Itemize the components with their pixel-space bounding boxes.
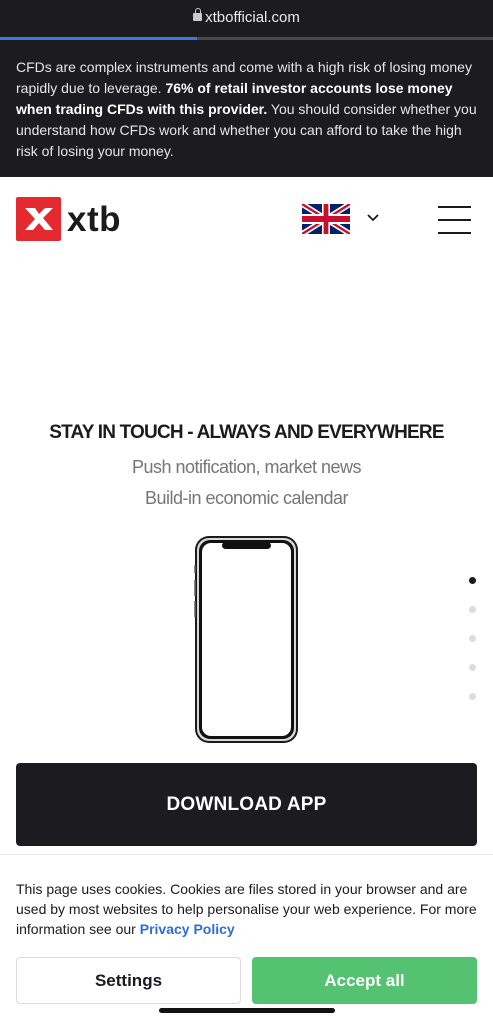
carousel-dot[interactable] — [469, 664, 476, 671]
url-text: xtbofficial.com — [205, 9, 300, 26]
cookie-settings-button[interactable]: Settings — [16, 957, 241, 1004]
carousel-dot[interactable] — [469, 606, 476, 613]
risk-warning: CFDs are complex instruments and come wi… — [0, 40, 493, 177]
privacy-policy-link[interactable]: Privacy Policy — [140, 921, 235, 937]
cookie-banner: This page uses cookies. Cookies are file… — [0, 854, 493, 1024]
url-display[interactable]: xtbofficial.com — [0, 8, 493, 26]
xtb-logo-icon — [16, 197, 61, 241]
chevron-down-icon[interactable] — [366, 213, 380, 223]
accept-all-button[interactable]: Accept all — [252, 957, 477, 1004]
download-app-button[interactable]: DOWNLOAD APP — [16, 763, 477, 846]
phone-illustration — [194, 536, 298, 743]
xtb-logo[interactable]: xtb — [16, 197, 121, 241]
home-indicator[interactable] — [159, 1008, 335, 1013]
carousel-dot[interactable] — [469, 577, 476, 584]
carousel-pagination — [468, 577, 478, 702]
lock-icon — [193, 8, 203, 21]
promo-title: STAY IN TOUCH - ALWAYS AND EVERYWHERE — [49, 422, 444, 443]
carousel-dot[interactable] — [469, 635, 476, 642]
promo-line-1: Push notification, market news — [131, 457, 362, 477]
site-header: xtb — [0, 177, 493, 261]
cookie-text-body: This page uses cookies. Cookies are file… — [16, 881, 477, 937]
logo-text: xtb — [67, 199, 121, 239]
promo-line-2: Build-in economic calendar — [144, 488, 349, 508]
cookie-text: This page uses cookies. Cookies are file… — [16, 879, 478, 939]
browser-url-bar[interactable]: xtbofficial.com — [0, 0, 493, 40]
menu-icon[interactable] — [438, 206, 471, 234]
carousel-dot[interactable] — [469, 693, 476, 700]
uk-flag-icon[interactable] — [302, 204, 350, 234]
